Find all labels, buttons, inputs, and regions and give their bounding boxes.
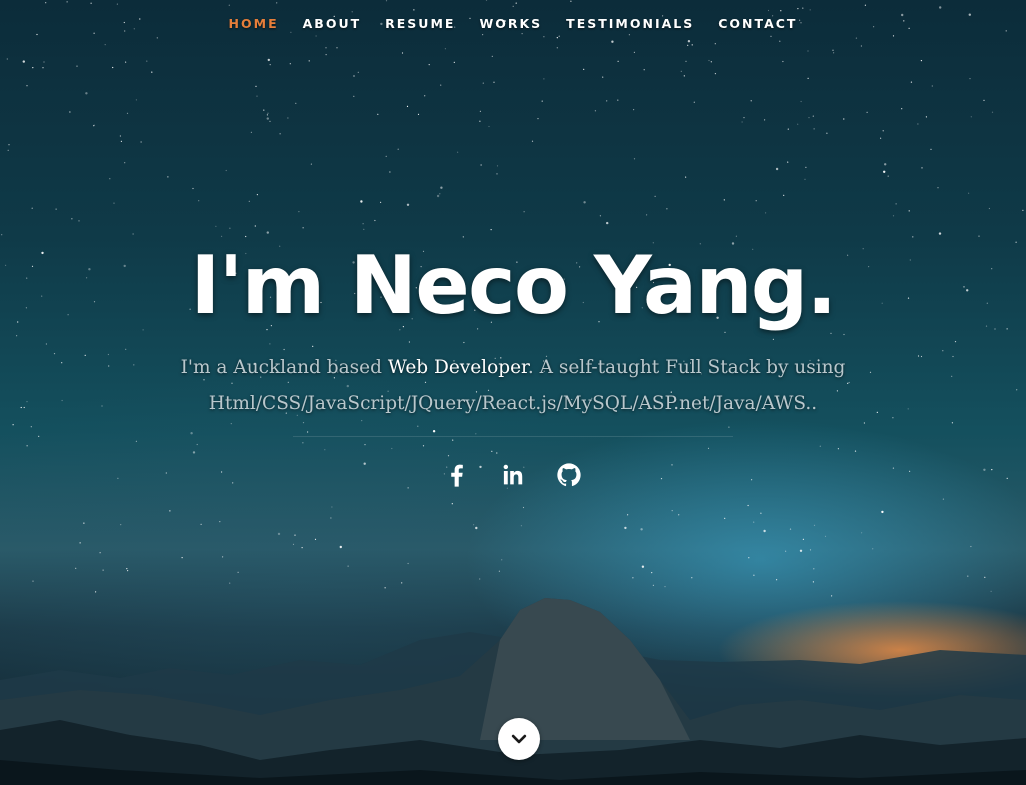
scroll-down-button[interactable] — [498, 718, 540, 760]
linkedin-icon — [503, 464, 523, 485]
hero-section: I'm Neco Yang. I'm a Auckland based Web … — [0, 236, 1026, 491]
nav-testimonials[interactable]: TESTIMONIALS — [566, 12, 694, 35]
nav-works[interactable]: WORKS — [479, 12, 542, 35]
facebook-link[interactable] — [441, 459, 473, 491]
hero-divider — [293, 436, 733, 437]
intro-text-before: I'm a Auckland based — [180, 357, 388, 378]
hero-intro: I'm a Auckland based Web Developer. A se… — [173, 350, 853, 422]
nav-resume[interactable]: RESUME — [385, 12, 455, 35]
chevron-down-icon — [511, 734, 527, 744]
intro-highlight: Web Developer — [387, 357, 528, 378]
github-link[interactable] — [553, 459, 585, 491]
nav-contact[interactable]: CONTACT — [718, 12, 797, 35]
github-icon — [557, 463, 581, 487]
social-links — [0, 459, 1026, 491]
hero-title: I'm Neco Yang. — [190, 239, 837, 332]
nav-about[interactable]: ABOUT — [303, 12, 362, 35]
linkedin-link[interactable] — [497, 459, 529, 491]
top-navigation: HOME ABOUT RESUME WORKS TESTIMONIALS CON… — [0, 0, 1026, 46]
facebook-icon — [451, 464, 463, 487]
nav-home[interactable]: HOME — [229, 12, 279, 35]
